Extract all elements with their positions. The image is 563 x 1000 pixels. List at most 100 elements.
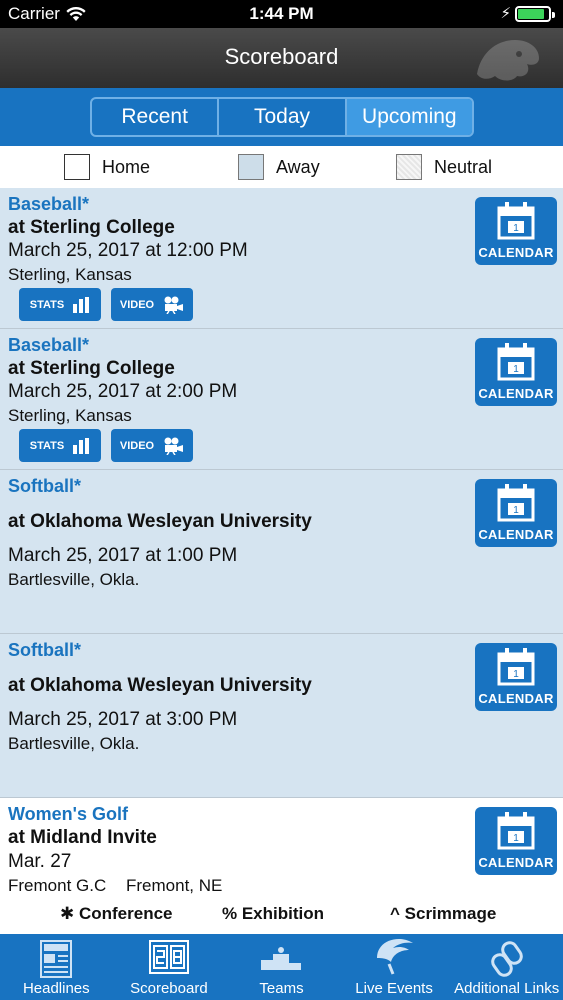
bar-chart-icon [73,296,90,313]
filter-away-label: Away [276,156,320,177]
event-row[interactable]: Softball* at Oklahoma Wesleyan Universit… [0,470,563,634]
event-sport: Softball* [8,476,82,496]
mascot-logo-icon [477,40,539,81]
filter-home[interactable]: Home [64,154,150,180]
calendar-button[interactable]: 1 CALENDAR [475,807,557,875]
away-checkbox[interactable] [238,154,264,180]
calendar-icon: 1 [497,484,535,522]
calendar-label: CALENDAR [478,527,554,542]
home-checkbox[interactable] [64,154,90,180]
stats-button[interactable]: STATS [19,288,101,321]
event-row[interactable]: Softball* at Oklahoma Wesleyan Universit… [0,634,563,798]
event-row[interactable]: Baseball* at Sterling College March 25, … [0,329,563,470]
calendar-label: CALENDAR [478,855,554,870]
segment-upcoming[interactable]: Upcoming [346,99,472,135]
neutral-checkbox[interactable] [396,154,422,180]
event-datetime: Mar. 27 [8,851,72,872]
location-filter-bar: Home Away Neutral [0,146,563,188]
tab-headlines[interactable]: Headlines [0,934,113,1000]
filter-neutral[interactable]: Neutral [396,154,492,180]
calendar-day: 1 [513,833,519,844]
event-sport: Women's Golf [8,804,128,824]
event-opponent: at Oklahoma Wesleyan University [8,511,312,532]
video-camera-icon [164,296,184,314]
calendar-button[interactable]: 1 CALENDAR [475,197,557,265]
legend-conference: ✱ Conference [60,904,173,923]
calendar-label: CALENDAR [478,386,554,401]
video-button[interactable]: VIDEO [111,288,193,321]
stats-button[interactable]: STATS [19,429,101,462]
event-opponent: at Midland Invite [8,827,157,848]
tab-additional-links[interactable]: Additional Links [450,934,563,1000]
tab-bar: Headlines Scoreboard Teams Live Events A… [0,934,563,1000]
event-datetime: March 25, 2017 at 12:00 PM [8,240,248,261]
calendar-day: 1 [513,364,519,375]
event-sport: Baseball* [8,335,90,355]
tab-scoreboard[interactable]: Scoreboard [113,934,226,1000]
event-media-buttons: STATS VIDEO [19,288,193,321]
event-opponent: at Sterling College [8,217,175,238]
podium-icon [261,947,302,970]
tab-headlines-label: Headlines [22,980,90,997]
status-bar: Carrier 1:44 PM ⚡ [0,0,563,28]
calendar-button[interactable]: 1 CALENDAR [475,643,557,711]
event-datetime: March 25, 2017 at 2:00 PM [8,381,238,402]
legend-scrimmage: ^ Scrimmage [390,904,497,923]
filter-away[interactable]: Away [238,154,320,180]
event-opponent: at Oklahoma Wesleyan University [8,675,312,696]
video-label: VIDEO [119,439,155,452]
stats-label: STATS [29,439,65,452]
live-events-icon [377,939,414,975]
calendar-icon: 1 [497,343,535,381]
video-label: VIDEO [119,298,155,311]
event-datetime: March 25, 2017 at 1:00 PM [8,545,238,566]
filter-home-label: Home [102,156,151,177]
segment-bar: Recent Today Upcoming [0,88,563,146]
tab-scoreboard-label: Scoreboard [130,980,208,997]
video-button[interactable]: VIDEO [111,429,193,462]
links-icon [490,941,523,977]
event-location: Sterling, Kansas [8,406,132,425]
calendar-icon: 1 [497,648,535,686]
clock: 1:44 PM [249,4,314,23]
bar-chart-icon [73,437,90,454]
calendar-label: CALENDAR [478,691,554,706]
calendar-button[interactable]: 1 CALENDAR [475,479,557,547]
event-sport: Softball* [8,640,82,660]
event-location: Sterling, Kansas [8,265,132,284]
event-opponent: at Sterling College [8,358,175,379]
charging-icon: ⚡ [500,5,511,22]
battery-icon [515,6,555,22]
tab-teams-label: Teams [259,980,304,997]
calendar-label: CALENDAR [478,245,554,260]
calendar-day: 1 [513,669,519,680]
segment-today[interactable]: Today [219,99,347,135]
event-media-buttons: STATS VIDEO [19,429,193,462]
calendar-day: 1 [513,223,519,234]
news-icon [40,940,73,978]
event-location: Bartlesville, Okla. [8,734,140,753]
legend: ✱ Conference % Exhibition ^ Scrimmage [0,896,563,934]
tab-teams[interactable]: Teams [225,934,338,1000]
event-sport: Baseball* [8,194,90,214]
event-city: Fremont, NE [126,876,223,895]
event-row[interactable]: Baseball* at Sterling College March 25, … [0,188,563,329]
event-location: Bartlesville, Okla. [8,570,140,589]
calendar-icon: 1 [497,202,535,240]
filter-neutral-label: Neutral [434,156,493,177]
tab-additional-links-label: Additional Links [454,980,560,997]
segment-recent[interactable]: Recent [92,99,220,135]
event-datetime: March 25, 2017 at 3:00 PM [8,709,238,730]
video-camera-icon [164,437,184,455]
segmented-control: Recent Today Upcoming [90,97,474,137]
calendar-button[interactable]: 1 CALENDAR [475,338,557,406]
tab-live-events[interactable]: Live Events [338,934,451,1000]
legend-exhibition: % Exhibition [222,904,324,923]
calendar-icon: 1 [497,812,535,850]
navigation-bar: Scoreboard [0,28,563,88]
scoreboard-icon [148,940,189,974]
stats-label: STATS [29,298,65,311]
event-list[interactable]: Baseball* at Sterling College March 25, … [0,188,563,934]
event-location: Fremont G.C [8,876,107,895]
calendar-day: 1 [513,505,519,516]
